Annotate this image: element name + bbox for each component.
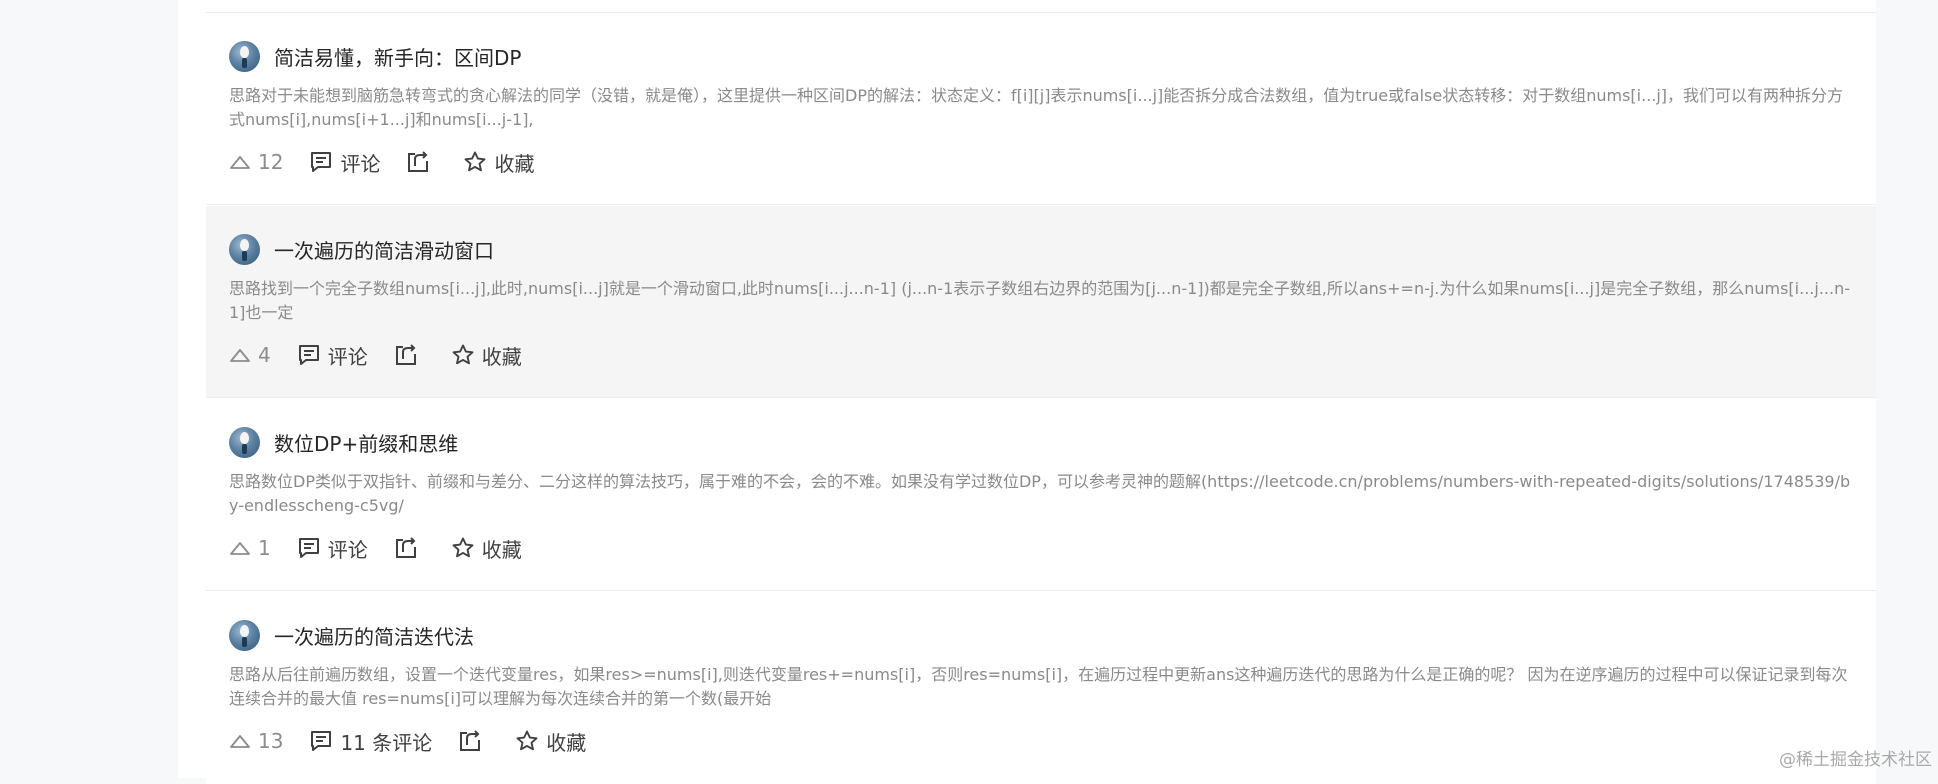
post-title[interactable]: 一次遍历的简洁迭代法 bbox=[274, 621, 474, 650]
like-count: 1 bbox=[258, 536, 271, 560]
like-count: 13 bbox=[258, 729, 284, 753]
post-header: 一次遍历的简洁滑动窗口 bbox=[229, 233, 494, 265]
favorite-button[interactable]: 收藏 bbox=[451, 341, 522, 370]
star-icon bbox=[451, 536, 475, 560]
favorite-label: 收藏 bbox=[494, 151, 535, 176]
favorite-label: 收藏 bbox=[481, 344, 522, 369]
comment-icon bbox=[309, 729, 333, 753]
post-excerpt[interactable]: 思路数位DP类似于双指针、前缀和与差分、二分这样的算法技巧，属于难的不会，会的不… bbox=[229, 470, 1859, 518]
post-excerpt[interactable]: 思路找到一个完全子数组nums[i...j],此时,nums[i...j]就是一… bbox=[229, 277, 1859, 325]
thumb-up-icon bbox=[229, 733, 251, 749]
post-header: 简洁易懂，新手向：区间DP bbox=[229, 40, 521, 72]
comment-icon bbox=[297, 343, 321, 367]
like-button[interactable]: 4 bbox=[229, 343, 271, 367]
post-card[interactable]: 一次遍历的简洁迭代法 思路从后往前遍历数组，设置一个迭代变量res，如果res>… bbox=[206, 592, 1876, 784]
post-actions: 4 评论 收藏 bbox=[229, 340, 548, 370]
share-button[interactable] bbox=[458, 729, 489, 753]
comment-label: 评论 bbox=[327, 537, 368, 562]
post-actions: 1 评论 收藏 bbox=[229, 533, 548, 563]
favorite-button[interactable]: 收藏 bbox=[451, 534, 522, 563]
avatar[interactable] bbox=[229, 426, 260, 458]
thumb-up-icon bbox=[229, 154, 251, 170]
post-title[interactable]: 简洁易懂，新手向：区间DP bbox=[274, 42, 521, 71]
share-icon bbox=[394, 536, 418, 560]
post-header: 数位DP+前缀和思维 bbox=[229, 426, 458, 458]
comment-button[interactable]: 评论 bbox=[297, 534, 368, 563]
site-watermark: @稀土掘金技术社区 bbox=[1779, 750, 1932, 770]
comment-icon bbox=[297, 536, 321, 560]
post-excerpt[interactable]: 思路从后往前遍历数组，设置一个迭代变量res，如果res>=nums[i],则迭… bbox=[229, 663, 1859, 711]
comment-label: 11 条评论 bbox=[340, 730, 433, 755]
thumb-up-icon bbox=[229, 540, 251, 556]
solution-feed: 简洁易懂，新手向：区间DP 思路对于未能想到脑筋急转弯式的贪心解法的同学（没错，… bbox=[178, 0, 1876, 784]
post-card[interactable]: 简洁易懂，新手向：区间DP 思路对于未能想到脑筋急转弯式的贪心解法的同学（没错，… bbox=[206, 13, 1876, 205]
post-actions: 12 评论 收藏 bbox=[229, 147, 560, 177]
star-icon bbox=[451, 343, 475, 367]
thumb-up-icon bbox=[229, 347, 251, 363]
comment-button[interactable]: 评论 bbox=[309, 148, 380, 177]
comment-icon bbox=[309, 150, 333, 174]
avatar[interactable] bbox=[229, 40, 260, 72]
share-icon bbox=[394, 343, 418, 367]
like-button[interactable]: 12 bbox=[229, 150, 283, 174]
post-title[interactable]: 数位DP+前缀和思维 bbox=[274, 428, 458, 457]
share-button[interactable] bbox=[394, 343, 425, 367]
like-button[interactable]: 13 bbox=[229, 729, 283, 753]
share-icon bbox=[458, 729, 482, 753]
share-icon bbox=[406, 150, 430, 174]
favorite-label: 收藏 bbox=[481, 537, 522, 562]
favorite-label: 收藏 bbox=[546, 730, 587, 755]
favorite-button[interactable]: 收藏 bbox=[463, 148, 534, 177]
left-gutter bbox=[0, 0, 178, 778]
comment-button[interactable]: 11 条评论 bbox=[309, 727, 432, 756]
post-card[interactable]: 一次遍历的简洁滑动窗口 思路找到一个完全子数组nums[i...j],此时,nu… bbox=[206, 206, 1876, 398]
share-button[interactable] bbox=[394, 536, 425, 560]
post-card[interactable]: 数位DP+前缀和思维 思路数位DP类似于双指针、前缀和与差分、二分这样的算法技巧… bbox=[206, 399, 1876, 591]
favorite-button[interactable]: 收藏 bbox=[515, 727, 586, 756]
like-button[interactable]: 1 bbox=[229, 536, 271, 560]
comment-button[interactable]: 评论 bbox=[297, 341, 368, 370]
like-count: 4 bbox=[258, 343, 271, 367]
share-button[interactable] bbox=[406, 150, 437, 174]
like-count: 12 bbox=[258, 150, 284, 174]
post-title[interactable]: 一次遍历的简洁滑动窗口 bbox=[274, 235, 494, 264]
avatar[interactable] bbox=[229, 619, 260, 651]
comment-label: 评论 bbox=[327, 344, 368, 369]
star-icon bbox=[515, 729, 539, 753]
post-header: 一次遍历的简洁迭代法 bbox=[229, 619, 474, 651]
star-icon bbox=[463, 150, 487, 174]
comment-label: 评论 bbox=[340, 151, 381, 176]
post-actions: 13 11 条评论 收藏 bbox=[229, 726, 612, 756]
post-excerpt[interactable]: 思路对于未能想到脑筋急转弯式的贪心解法的同学（没错，就是俺），这里提供一种区间D… bbox=[229, 84, 1859, 132]
avatar[interactable] bbox=[229, 233, 260, 265]
